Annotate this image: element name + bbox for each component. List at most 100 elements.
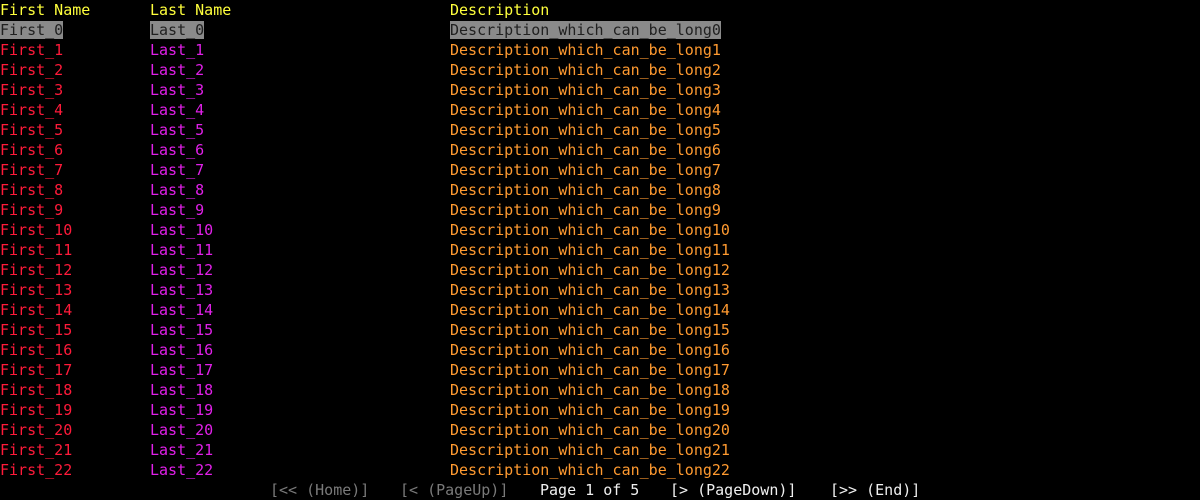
- cell-description-text: Description_which_can_be_long18: [450, 381, 730, 399]
- table-row[interactable]: First_19 Last_19 Description_which_can_be_…: [0, 400, 1200, 420]
- cell-description: Description_which_can_be_long19: [450, 400, 730, 420]
- table-row[interactable]: First_17 Last_17 Description_which_can_be_…: [0, 360, 1200, 380]
- cell-first-name-text: First_13: [0, 281, 73, 299]
- cell-last-name: Last_15: [150, 320, 213, 340]
- cell-description-text: Description_which_can_be_long2: [450, 61, 721, 79]
- cell-description: Description_which_can_be_long6: [450, 140, 721, 160]
- cell-description: Description_which_can_be_long9: [450, 200, 721, 220]
- cell-last-name-text: Last_10: [150, 221, 214, 239]
- table-row[interactable]: First_13 Last_13 Description_which_can_be_…: [0, 280, 1200, 300]
- cell-first-name-text: First_14: [0, 301, 73, 319]
- page-indicator: Page 1 of 5: [540, 481, 640, 499]
- cell-first-name: First_22: [0, 460, 72, 480]
- cell-description: Description_which_can_be_long17: [450, 360, 730, 380]
- page-down-button[interactable]: [> (PageDown)]: [670, 480, 796, 500]
- cell-first-name: First_19: [0, 400, 72, 420]
- table-row[interactable]: First_15 Last_15 Description_which_can_be_…: [0, 320, 1200, 340]
- cell-description-text: Description_which_can_be_long13: [450, 281, 730, 299]
- cell-first-name-text: First_22: [0, 461, 73, 479]
- cell-last-name: Last_22: [150, 460, 213, 480]
- cell-description: Description_which_can_be_long20: [450, 420, 730, 440]
- cell-last-name-text: Last_11: [150, 241, 214, 259]
- table-header: First Name Last Name Description: [0, 0, 1200, 20]
- cell-last-name: Last_10: [150, 220, 213, 240]
- cell-last-name: Last_12: [150, 260, 213, 280]
- cell-description-text: Description_which_can_be_long16: [450, 341, 730, 359]
- cell-last-name: Last_4: [150, 100, 204, 120]
- cell-last-name-text: Last_14: [150, 301, 214, 319]
- cell-description: Description_which_can_be_long10: [450, 220, 730, 240]
- cell-first-name: First_8: [0, 180, 63, 200]
- cell-first-name: First_2: [0, 60, 63, 80]
- cell-first-name-text: First_20: [0, 421, 73, 439]
- cell-first-name-text: First_12: [0, 261, 73, 279]
- table-row[interactable]: First_12 Last_12 Description_which_can_be_…: [0, 260, 1200, 280]
- header-last-name[interactable]: Last Name: [150, 0, 231, 20]
- cell-description: Description_which_can_be_long1: [450, 40, 721, 60]
- cell-last-name: Last_3: [150, 80, 204, 100]
- cell-first-name-text: First_9: [0, 201, 64, 219]
- table-row[interactable]: First_14 Last_14 Description_which_can_be_…: [0, 300, 1200, 320]
- cell-last-name-text: Last_3: [150, 81, 205, 99]
- table-row[interactable]: First_6 Last_6 Description_which_can_be_lo…: [0, 140, 1200, 160]
- cell-description: Description_which_can_be_long13: [450, 280, 730, 300]
- cell-first-name: First_16: [0, 340, 72, 360]
- page-up-button[interactable]: [< (PageUp)]: [400, 480, 508, 500]
- cell-description: Description_which_can_be_long3: [450, 80, 721, 100]
- table-row[interactable]: First_16 Last_16 Description_which_can_be_…: [0, 340, 1200, 360]
- cell-description-text: Description_which_can_be_long15: [450, 321, 730, 339]
- cell-last-name: Last_14: [150, 300, 213, 320]
- cell-first-name-text: First_4: [0, 101, 64, 119]
- cell-description: Description_which_can_be_long14: [450, 300, 730, 320]
- cell-last-name-text: Last_4: [150, 101, 205, 119]
- cell-description: Description_which_can_be_long4: [450, 100, 721, 120]
- cell-last-name: Last_8: [150, 180, 204, 200]
- cell-last-name-text: Last_5: [150, 121, 205, 139]
- table-row[interactable]: First_21 Last_21 Description_which_can_be_…: [0, 440, 1200, 460]
- cell-last-name-text: Last_12: [150, 261, 214, 279]
- home-button[interactable]: [<< (Home)]: [270, 480, 369, 500]
- table-row[interactable]: First_2 Last_2 Description_which_can_be_lo…: [0, 60, 1200, 80]
- cell-description-text: Description_which_can_be_long11: [450, 241, 730, 259]
- cell-first-name-text: First_15: [0, 321, 73, 339]
- table-row[interactable]: First_8 Last_8 Description_which_can_be_lo…: [0, 180, 1200, 200]
- cell-first-name-text: First_18: [0, 381, 73, 399]
- cell-description-text: Description_which_can_be_long17: [450, 361, 730, 379]
- table-row[interactable]: First_1 Last_1 Description_which_can_be_lo…: [0, 40, 1200, 60]
- table-row[interactable]: First_5 Last_5 Description_which_can_be_lo…: [0, 120, 1200, 140]
- cell-description-text: Description_which_can_be_long14: [450, 301, 730, 319]
- cell-last-name: Last_2: [150, 60, 204, 80]
- cell-description: Description_which_can_be_long21: [450, 440, 730, 460]
- table-row[interactable]: First_0 Last_0 Description_which_can_be_lo…: [0, 20, 1200, 40]
- cell-first-name: First_21: [0, 440, 72, 460]
- table-row[interactable]: First_11 Last_11 Description_which_can_be_…: [0, 240, 1200, 260]
- table-row[interactable]: First_18 Last_18 Description_which_can_be_…: [0, 380, 1200, 400]
- table-row[interactable]: First_10 Last_10 Description_which_can_be_…: [0, 220, 1200, 240]
- table-row[interactable]: First_4 Last_4 Description_which_can_be_lo…: [0, 100, 1200, 120]
- cell-description-text: Description_which_can_be_long22: [450, 461, 730, 479]
- cell-description: Description_which_can_be_long11: [450, 240, 730, 260]
- table-row[interactable]: First_3 Last_3 Description_which_can_be_lo…: [0, 80, 1200, 100]
- cell-description: Description_which_can_be_long15: [450, 320, 730, 340]
- cell-description-text: Description_which_can_be_long4: [450, 101, 721, 119]
- terminal-window: First Name Last Name Description First_0…: [0, 0, 1200, 500]
- table-row[interactable]: First_9 Last_9 Description_which_can_be_lo…: [0, 200, 1200, 220]
- end-button[interactable]: [>> (End)]: [830, 480, 920, 500]
- cell-description-text: Description_which_can_be_long12: [450, 261, 730, 279]
- table-row[interactable]: First_22 Last_22 Description_which_can_be_…: [0, 460, 1200, 480]
- cell-description-text: Description_which_can_be_long3: [450, 81, 721, 99]
- cell-description: Description_which_can_be_long18: [450, 380, 730, 400]
- cell-description-text: Description_which_can_be_long21: [450, 441, 730, 459]
- cell-first-name-text: First_3: [0, 81, 64, 99]
- header-description[interactable]: Description: [450, 0, 549, 20]
- cell-last-name: Last_18: [150, 380, 213, 400]
- cell-description-text: Description_which_can_be_long7: [450, 161, 721, 179]
- header-first-name[interactable]: First Name: [0, 0, 90, 20]
- table-row[interactable]: First_7 Last_7 Description_which_can_be_lo…: [0, 160, 1200, 180]
- cell-first-name: First_20: [0, 420, 72, 440]
- cell-first-name: First_15: [0, 320, 72, 340]
- cell-last-name: Last_11: [150, 240, 213, 260]
- table-row[interactable]: First_20 Last_20 Description_which_can_be_…: [0, 420, 1200, 440]
- cell-last-name-text: Last_17: [150, 361, 214, 379]
- cell-first-name: First_4: [0, 100, 63, 120]
